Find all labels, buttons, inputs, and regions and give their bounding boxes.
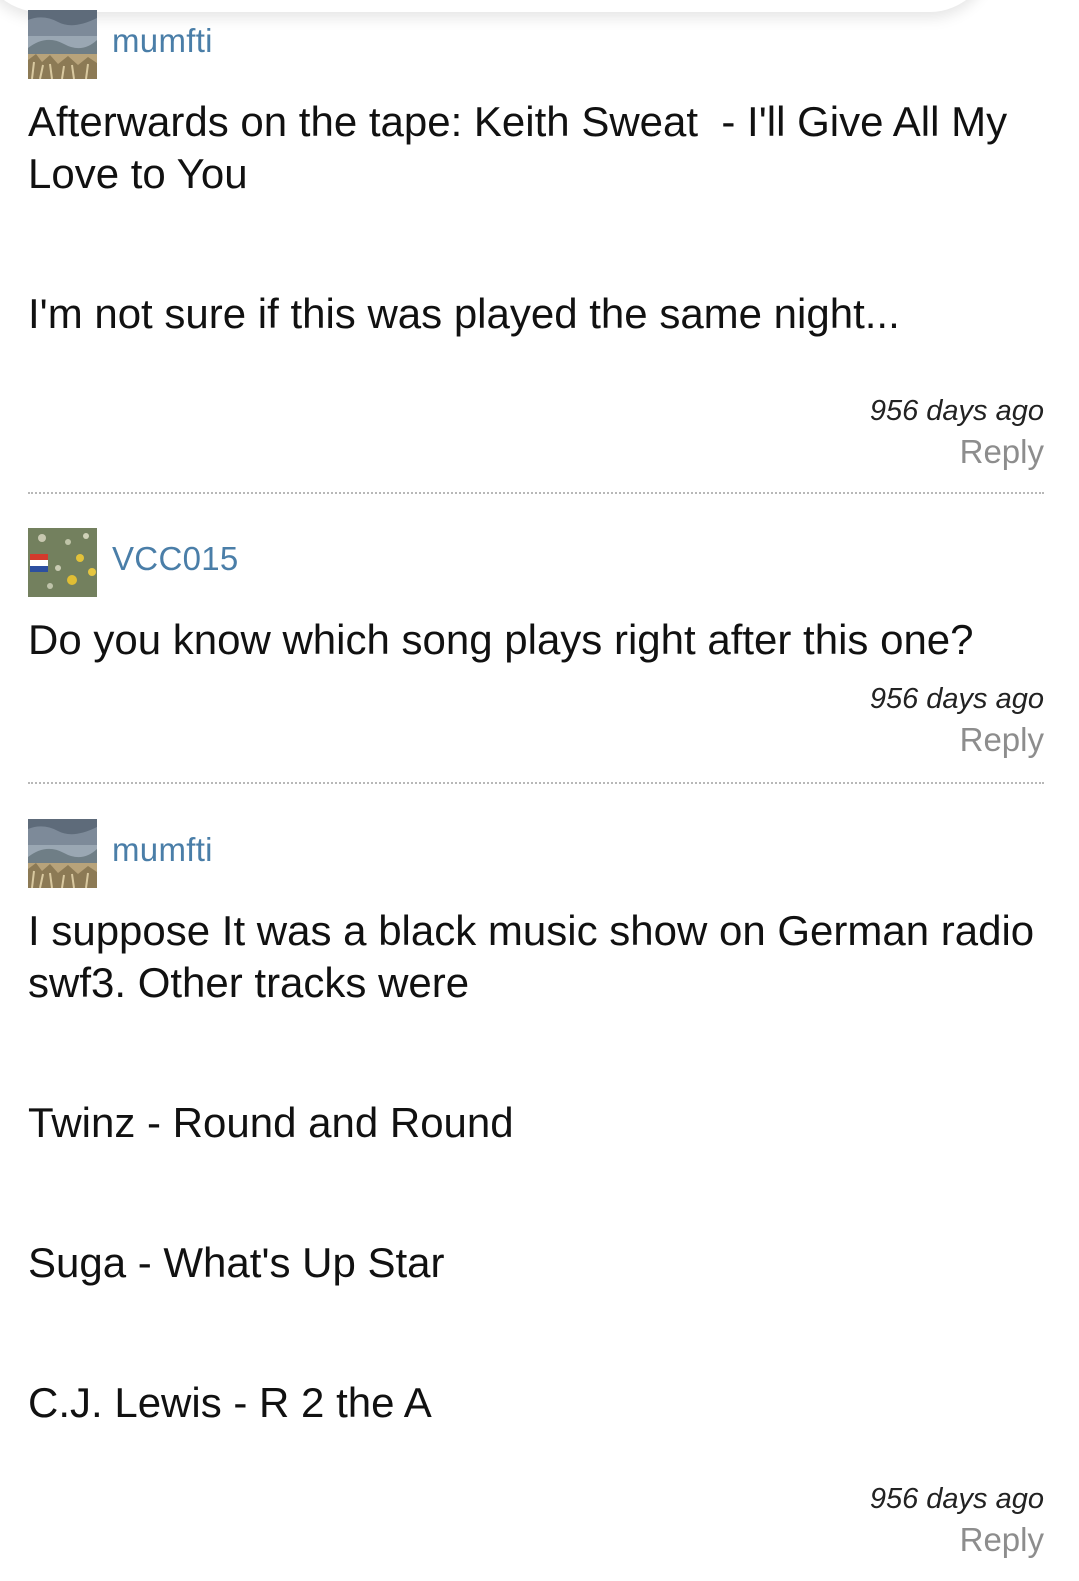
comment-username[interactable]: mumfti bbox=[112, 831, 213, 869]
comment-timestamp: 956 days ago bbox=[869, 683, 1044, 715]
comment-item: mumfti Afterwards on the tape: Keith Swe… bbox=[28, 10, 1044, 470]
comment-timestamp: 956 days ago bbox=[869, 395, 1044, 427]
comment-item: VCC015 Do you know which song plays righ… bbox=[28, 528, 1044, 758]
comment-header: mumfti bbox=[28, 10, 1044, 80]
reply-button[interactable]: Reply bbox=[870, 719, 1044, 761]
comment-timestamp: 956 days ago bbox=[869, 1483, 1044, 1515]
comment-header: mumfti bbox=[28, 819, 1044, 889]
comment-text: Do you know which song plays right after… bbox=[28, 616, 974, 663]
comment-text: C.J. Lewis - R 2 the A bbox=[28, 1379, 432, 1426]
comment-item: mumfti I suppose It was a black music sh… bbox=[28, 819, 1046, 1558]
comment-text: Twinz - Round and Round bbox=[28, 1099, 514, 1146]
flowers-flag-avatar-icon[interactable] bbox=[28, 528, 97, 597]
comment-username[interactable]: VCC015 bbox=[112, 540, 239, 578]
comment-username[interactable]: mumfti bbox=[112, 22, 213, 60]
comment-text: I suppose It was a black music show on G… bbox=[28, 907, 1046, 1006]
comment-header: VCC015 bbox=[28, 528, 1044, 598]
reply-button[interactable]: Reply bbox=[870, 431, 1044, 473]
landscape-avatar-icon[interactable] bbox=[28, 10, 97, 79]
comment-text: I'm not sure if this was played the same… bbox=[28, 290, 900, 337]
comment-meta: 956 days ago Reply bbox=[870, 679, 1044, 761]
comment-divider bbox=[28, 782, 1044, 784]
comment-text: Afterwards on the tape: Keith Sweat - I'… bbox=[28, 98, 1019, 197]
comment-meta: 956 days ago Reply bbox=[870, 1479, 1044, 1561]
comment-text: Suga - What's Up Star bbox=[28, 1239, 445, 1286]
reply-button[interactable]: Reply bbox=[870, 1519, 1044, 1561]
comment-meta: 956 days ago Reply bbox=[870, 391, 1044, 473]
comment-divider bbox=[28, 492, 1044, 494]
landscape-avatar-icon[interactable] bbox=[28, 819, 97, 888]
